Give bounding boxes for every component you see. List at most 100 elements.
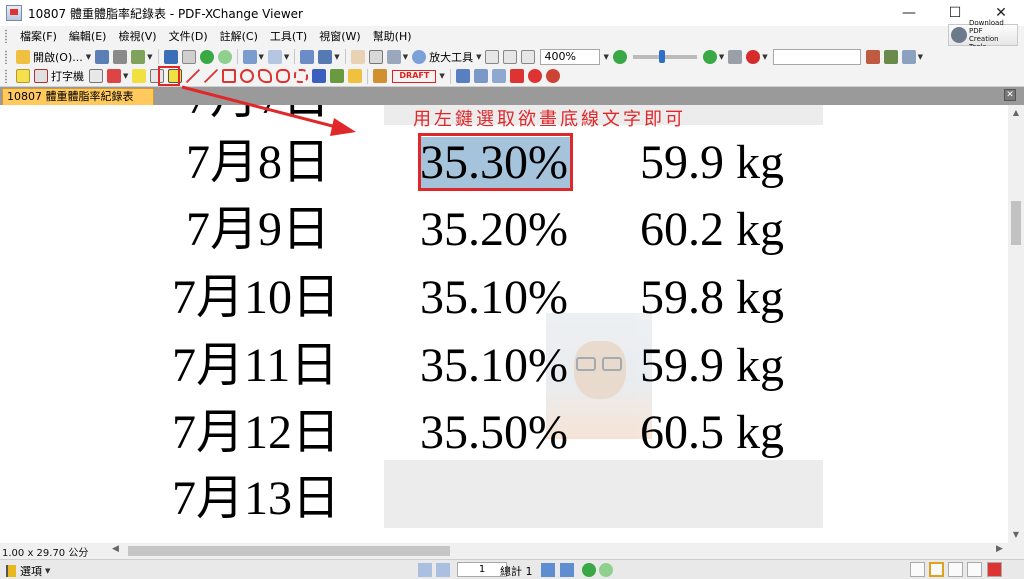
tab-document[interactable]: 10807 體重體脂率紀錄表 xyxy=(2,88,154,105)
cloud-tool-icon[interactable] xyxy=(294,69,309,83)
chevron-down-icon[interactable]: ▼ xyxy=(719,53,724,61)
continuous-view-icon[interactable] xyxy=(929,562,944,577)
fit-width-icon[interactable] xyxy=(521,49,536,64)
ocr-icon[interactable] xyxy=(181,49,196,64)
undo-icon[interactable] xyxy=(242,49,257,64)
scan-icon[interactable] xyxy=(163,49,178,64)
snapshot-icon[interactable] xyxy=(318,49,333,64)
scroll-down-icon[interactable]: ▼ xyxy=(1008,527,1024,543)
highlight-text-icon[interactable] xyxy=(132,69,147,83)
copy-icon[interactable] xyxy=(300,49,315,64)
sticky-note-icon[interactable] xyxy=(16,69,30,83)
single-page-view-icon[interactable] xyxy=(910,562,925,577)
chevron-down-icon[interactable]: ▼ xyxy=(45,567,50,575)
grip-icon[interactable] xyxy=(4,29,8,43)
arrow-tool-icon[interactable] xyxy=(186,69,201,83)
find-icon[interactable] xyxy=(865,49,880,64)
menu-window[interactable]: 視窗(W) xyxy=(313,28,366,44)
hand-tool-icon[interactable] xyxy=(350,49,365,64)
chevron-down-icon[interactable]: ▼ xyxy=(403,53,408,61)
scroll-left-icon[interactable]: ◀ xyxy=(112,544,119,554)
scroll-up-icon[interactable]: ▲ xyxy=(1008,105,1024,121)
chevron-down-icon[interactable]: ▼ xyxy=(476,53,481,61)
back-view-icon[interactable] xyxy=(582,563,596,577)
tools-icon[interactable] xyxy=(883,49,898,64)
continuous-facing-view-icon[interactable] xyxy=(967,562,982,577)
back-icon[interactable] xyxy=(199,49,214,64)
options-label[interactable]: 選項 xyxy=(20,563,42,579)
chevron-down-icon[interactable]: ▼ xyxy=(259,53,264,61)
typewriter-label[interactable]: 打字機 xyxy=(51,68,84,84)
zoom-slider[interactable] xyxy=(632,49,697,63)
pencil-icon[interactable] xyxy=(330,69,345,83)
link-icon[interactable] xyxy=(509,69,524,83)
rectangle-tool-icon[interactable] xyxy=(222,69,237,83)
horizontal-scroll-thumb[interactable] xyxy=(128,546,450,556)
forward-view-icon[interactable] xyxy=(599,563,613,577)
email-icon[interactable] xyxy=(131,49,146,64)
menu-comments[interactable]: 註解(C) xyxy=(214,28,264,44)
search-input[interactable] xyxy=(772,48,861,65)
attach-icon[interactable] xyxy=(545,69,560,83)
previous-page-icon[interactable] xyxy=(436,563,450,577)
menu-file[interactable]: 檔案(F) xyxy=(14,28,63,44)
chevron-down-icon[interactable]: ▼ xyxy=(123,72,128,80)
close-tab-icon[interactable]: ✕ xyxy=(1004,89,1016,101)
binoculars-icon[interactable] xyxy=(728,49,743,64)
zoom-tool-label[interactable]: 放大工具 xyxy=(429,49,473,65)
open-button-label[interactable]: 開啟(O)... xyxy=(33,49,83,65)
print-icon[interactable] xyxy=(113,49,128,64)
typewriter-icon[interactable] xyxy=(34,69,48,83)
line-tool-icon[interactable] xyxy=(204,69,219,83)
minimize-button[interactable]: — xyxy=(886,0,932,26)
pentagon-tool-icon[interactable] xyxy=(276,69,291,83)
scroll-right-icon[interactable]: ▶ xyxy=(996,544,1003,554)
layers-icon[interactable] xyxy=(473,69,488,83)
zoom-out-icon[interactable] xyxy=(612,49,627,64)
zoom-level-input[interactable]: 400% xyxy=(540,48,601,65)
textbox-icon[interactable] xyxy=(89,69,103,83)
chevron-down-icon[interactable]: ▼ xyxy=(762,53,767,61)
menu-document[interactable]: 文件(D) xyxy=(163,28,214,44)
horizontal-scrollbar[interactable]: 1.00 x 29.70 公分 ◀ ▶ xyxy=(0,543,1024,559)
options-menu[interactable]: 選項 ▼ xyxy=(6,563,52,579)
menu-edit[interactable]: 編輯(E) xyxy=(63,28,113,44)
grip-icon[interactable] xyxy=(4,69,8,83)
vertical-scroll-thumb[interactable] xyxy=(1011,201,1021,245)
vertical-scrollbar[interactable]: ▲ ▼ xyxy=(1008,105,1024,543)
chevron-down-icon[interactable]: ▼ xyxy=(86,53,91,61)
chevron-down-icon[interactable]: ▼ xyxy=(147,53,152,61)
chevron-down-icon[interactable]: ▼ xyxy=(439,72,444,80)
document-viewport[interactable]: 7月7日 7月8日 35.30% 59.9 kg 7月9日 35.20% 60.… xyxy=(0,105,1008,543)
eraser-icon[interactable] xyxy=(348,69,363,83)
next-page-icon[interactable] xyxy=(541,563,555,577)
polygon-tool-icon[interactable] xyxy=(258,69,273,83)
select-text-icon[interactable] xyxy=(368,49,383,64)
last-page-icon[interactable] xyxy=(560,563,574,577)
stamp-draft-selector[interactable]: DRAFT xyxy=(392,69,437,83)
grip-icon[interactable] xyxy=(4,49,8,64)
menu-tools[interactable]: 工具(T) xyxy=(264,28,313,44)
menu-view[interactable]: 檢視(V) xyxy=(112,28,162,44)
comments-list-icon[interactable] xyxy=(455,69,470,83)
fit-page-icon[interactable] xyxy=(503,49,518,64)
forward-icon[interactable] xyxy=(217,49,232,64)
abc-spell-icon[interactable] xyxy=(746,49,761,64)
pin-icon[interactable] xyxy=(312,69,327,83)
pdf-icon[interactable] xyxy=(987,562,1002,577)
save-icon[interactable] xyxy=(95,49,110,64)
chevron-down-icon[interactable]: ▼ xyxy=(603,53,608,61)
menu-help[interactable]: 幫助(H) xyxy=(367,28,418,44)
sound-icon[interactable] xyxy=(527,69,542,83)
facing-view-icon[interactable] xyxy=(948,562,963,577)
first-page-icon[interactable] xyxy=(418,563,432,577)
zoom-in-icon[interactable] xyxy=(702,49,717,64)
oval-tool-icon[interactable] xyxy=(240,69,255,83)
chevron-down-icon[interactable]: ▼ xyxy=(284,53,289,61)
zoom-tool-icon[interactable] xyxy=(412,49,427,64)
open-folder-icon[interactable] xyxy=(16,49,30,64)
callout-icon[interactable] xyxy=(107,69,121,83)
measure-icon[interactable] xyxy=(491,69,506,83)
redo-icon[interactable] xyxy=(267,49,282,64)
settings-icon[interactable] xyxy=(901,49,916,64)
